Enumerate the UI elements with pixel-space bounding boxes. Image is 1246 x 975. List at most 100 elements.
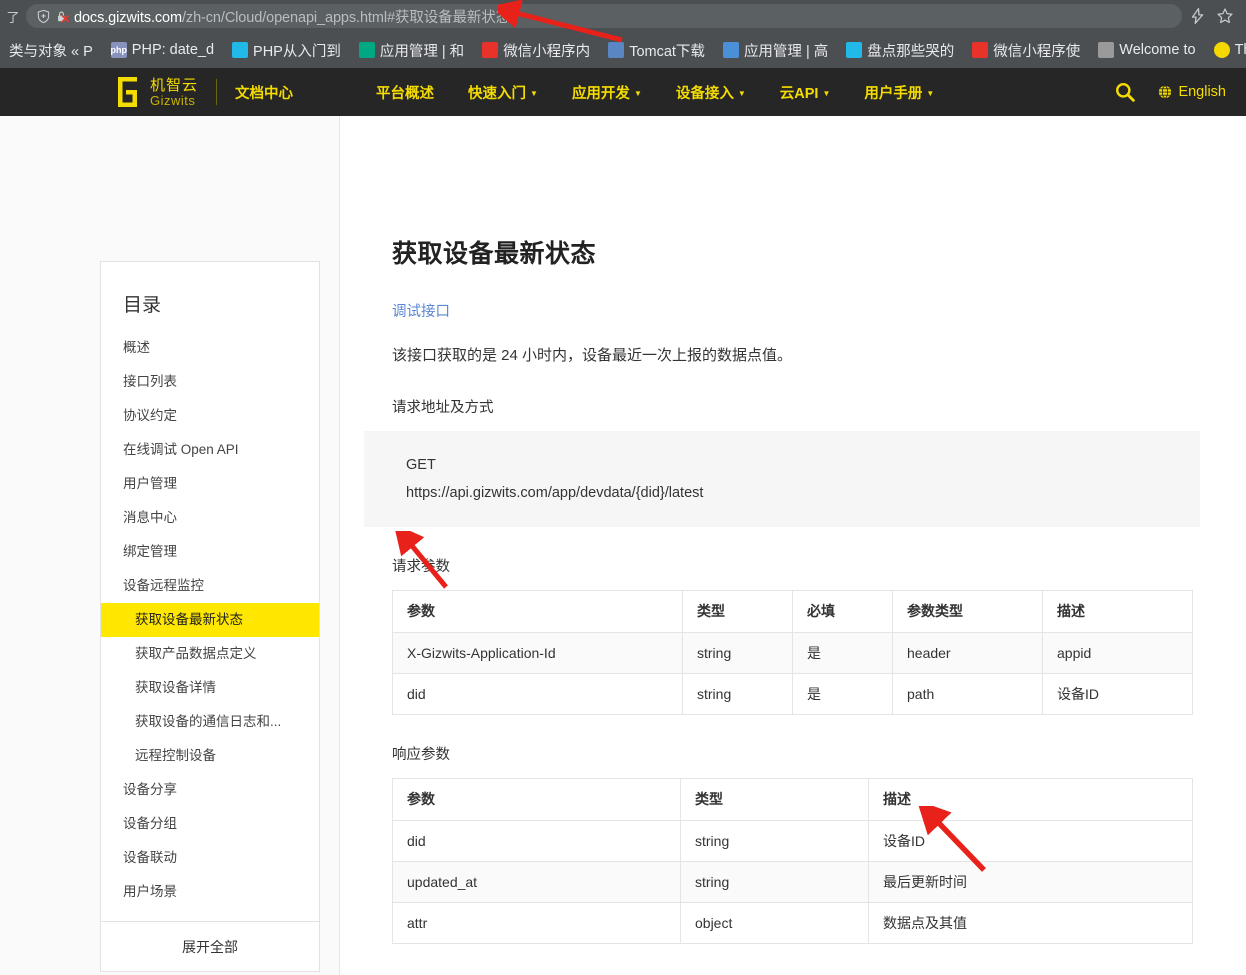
table-row: updated_at string 最后更新时间 bbox=[392, 860, 1193, 903]
lock-broken-icon[interactable] bbox=[55, 9, 70, 24]
endpoint-code-block: GET https://api.gizwits.com/app/devdata/… bbox=[364, 430, 1200, 527]
nav-item-3[interactable]: 设备接入 ▼ bbox=[659, 82, 763, 103]
bookmark-label: PHP从入门到 bbox=[253, 43, 341, 60]
return-example-label: 返回例子 bbox=[392, 972, 1192, 975]
table-header-row: 参数 类型 描述 bbox=[392, 777, 1193, 821]
bookmark-item[interactable]: php PHP: date_d bbox=[102, 37, 223, 63]
header-actions: English bbox=[1114, 81, 1226, 103]
gizwits-logo-mark bbox=[118, 77, 137, 107]
bookmark-item[interactable]: Tomcat下载 bbox=[599, 37, 714, 63]
address-bar[interactable]: docs.gizwits.com/zh-cn/Cloud/openapi_app… bbox=[26, 4, 1182, 28]
table-cell: 是 bbox=[792, 631, 893, 674]
nav-item-5[interactable]: 用户手册 ▼ bbox=[847, 82, 951, 103]
header-divider bbox=[216, 79, 218, 105]
sidebar-item[interactable]: 协议约定 bbox=[101, 399, 319, 433]
nav-item-0[interactable]: 平台概述 bbox=[359, 82, 451, 103]
sidebar-item[interactable]: 接口列表 bbox=[101, 365, 319, 399]
bookmark-item[interactable]: PHP从入门到 bbox=[223, 37, 350, 63]
request-params-table: 参数 类型 必填 参数类型 描述 X-Gizwits-Application-Id str… bbox=[392, 589, 1193, 715]
site-navbar: 机智云 Gizwits 文档中心 平台概述 快速入门 ▼ 应用开发 ▼ 设备接入 ▼ 云API… bbox=[0, 68, 1246, 116]
table-cell: string bbox=[680, 860, 869, 903]
column-header: 参数 bbox=[392, 777, 681, 821]
bookmark-item[interactable]: 应用管理 | 高 bbox=[714, 37, 837, 63]
sidebar-item[interactable]: 设备远程监控 bbox=[101, 569, 319, 603]
column-header: 描述 bbox=[1042, 589, 1193, 633]
bookmark-item[interactable]: The S bbox=[1205, 37, 1246, 63]
sidebar-item-active[interactable]: 获取设备最新状态 bbox=[101, 603, 319, 637]
toc-list: 概述 接口列表 协议约定 在线调试 Open API 用户管理 消息中心 绑定管理 设备远程监… bbox=[101, 331, 319, 921]
sidebar-item[interactable]: 概述 bbox=[101, 331, 319, 365]
table-cell: X-Gizwits-Application-Id bbox=[392, 631, 683, 674]
main-content: 获取设备最新状态 调试接口 该接口获取的是 24 小时内，设备最近一次上报的数据… bbox=[364, 116, 1200, 975]
request-url-section-label: 请求地址及方式 bbox=[392, 399, 494, 416]
column-header: 必填 bbox=[792, 589, 893, 633]
table-cell: 最后更新时间 bbox=[868, 860, 1193, 903]
doc-center-link[interactable]: 文档中心 bbox=[235, 82, 293, 103]
bookmark-favicon-icon bbox=[1213, 42, 1230, 58]
table-cell: 是 bbox=[792, 672, 893, 715]
sidebar-item[interactable]: 获取设备的通信日志和... bbox=[101, 705, 319, 739]
table-cell: updated_at bbox=[392, 860, 681, 903]
bookmark-favicon-icon: php bbox=[110, 42, 127, 58]
sidebar-item[interactable]: 用户管理 bbox=[101, 467, 319, 501]
bookmark-item[interactable]: 微信小程序内 bbox=[473, 37, 599, 63]
chevron-down-icon: ▼ bbox=[926, 88, 935, 98]
tab-overflow-glyph: 了 bbox=[6, 9, 20, 25]
sidebar-item[interactable]: 设备联动 bbox=[101, 841, 319, 875]
nav-item-label: 快速入门 bbox=[468, 85, 527, 102]
table-header-row: 参数 类型 必填 参数类型 描述 bbox=[392, 589, 1193, 633]
column-header: 参数 bbox=[392, 589, 683, 633]
bookmark-favicon-icon bbox=[972, 42, 989, 58]
table-cell: attr bbox=[392, 901, 681, 944]
nav-item-label: 云API bbox=[779, 85, 819, 102]
table-cell: string bbox=[680, 819, 869, 862]
bookmark-item[interactable]: 应用管理 | 和 bbox=[350, 37, 473, 63]
language-switcher[interactable]: English bbox=[1158, 84, 1226, 100]
bookmark-label: 类与对象 « P bbox=[9, 43, 93, 60]
sidebar-item[interactable]: 获取设备详情 bbox=[101, 671, 319, 705]
bookmark-item[interactable]: Welcome to bbox=[1089, 37, 1204, 63]
sidebar-item[interactable]: 绑定管理 bbox=[101, 535, 319, 569]
table-cell: 设备ID bbox=[1042, 672, 1193, 715]
language-label: English bbox=[1178, 84, 1226, 100]
sidebar-item[interactable]: 设备分享 bbox=[101, 773, 319, 807]
intro-paragraph: 该接口获取的是 24 小时内，设备最近一次上报的数据点值。 bbox=[392, 347, 793, 364]
sidebar-item[interactable]: 在线调试 Open API bbox=[101, 433, 319, 467]
nav-item-2[interactable]: 应用开发 ▼ bbox=[555, 82, 659, 103]
column-header: 描述 bbox=[868, 777, 1193, 821]
table-row: attr object 数据点及其值 bbox=[392, 901, 1193, 944]
lightning-icon[interactable] bbox=[1188, 7, 1206, 25]
url-text: docs.gizwits.com/zh-cn/Cloud/openapi_app… bbox=[74, 9, 511, 26]
toc-title: 目录 bbox=[123, 295, 162, 316]
sidebar-item[interactable]: 获取产品数据点定义 bbox=[101, 637, 319, 671]
primary-nav: 平台概述 快速入门 ▼ 应用开发 ▼ 设备接入 ▼ 云API ▼ 用户手册 ▼ bbox=[359, 82, 951, 103]
nav-item-4[interactable]: 云API ▼ bbox=[763, 82, 848, 103]
table-cell: did bbox=[392, 819, 681, 862]
nav-item-label: 应用开发 bbox=[571, 85, 630, 102]
shield-plus-icon[interactable] bbox=[36, 9, 51, 24]
logo-text-cn: 机智云 bbox=[150, 76, 199, 94]
debug-api-link[interactable]: 调试接口 bbox=[392, 300, 450, 321]
bookmark-item[interactable]: 盘点那些哭的 bbox=[837, 37, 963, 63]
star-icon[interactable] bbox=[1216, 7, 1234, 25]
bookmark-label: 微信小程序使 bbox=[993, 43, 1081, 60]
bookmark-label: 应用管理 | 和 bbox=[379, 43, 465, 60]
response-params-table: 参数 类型 描述 did string 设备ID updated_at string 最后更新… bbox=[392, 777, 1193, 944]
nav-item-1[interactable]: 快速入门 ▼ bbox=[451, 82, 555, 103]
expand-all-button[interactable]: 展开全部 bbox=[101, 921, 319, 971]
sidebar-item[interactable]: 消息中心 bbox=[101, 501, 319, 535]
page-title: 获取设备最新状态 bbox=[392, 240, 597, 268]
search-icon[interactable] bbox=[1114, 81, 1136, 103]
bookmark-label: Tomcat下载 bbox=[629, 43, 705, 60]
bookmark-item[interactable]: 类与对象 « P bbox=[0, 37, 102, 63]
gizwits-logo[interactable]: 机智云 Gizwits bbox=[118, 77, 198, 107]
nav-item-label: 用户手册 bbox=[864, 85, 923, 102]
sidebar-item[interactable]: 用户场景 bbox=[101, 875, 319, 909]
sidebar-item[interactable]: 设备分组 bbox=[101, 807, 319, 841]
bookmark-favicon-icon bbox=[482, 42, 499, 58]
bookmark-favicon-icon bbox=[608, 42, 625, 58]
page-body: 目录 概述 接口列表 协议约定 在线调试 Open API 用户管理 消息中心 绑定管理 设备… bbox=[0, 116, 1246, 975]
table-cell: header bbox=[892, 631, 1043, 674]
bookmark-item[interactable]: 微信小程序使 bbox=[963, 37, 1089, 63]
sidebar-item[interactable]: 远程控制设备 bbox=[101, 739, 319, 773]
